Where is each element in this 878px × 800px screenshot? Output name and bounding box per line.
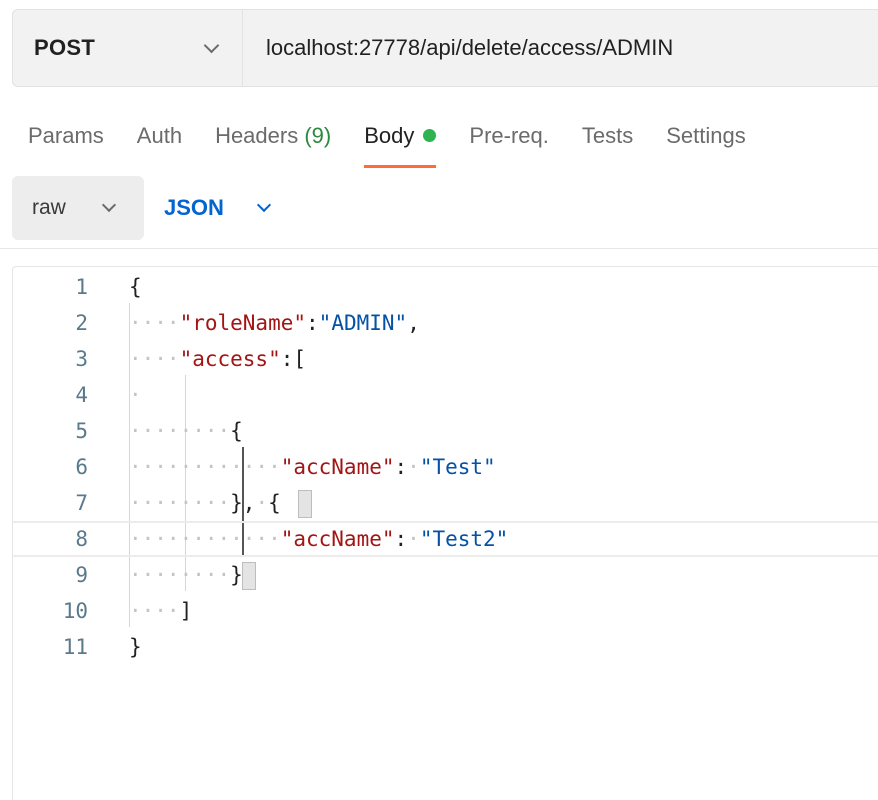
tab-tests[interactable]: Tests bbox=[582, 118, 633, 168]
tab-params[interactable]: Params bbox=[28, 118, 104, 168]
headers-count-badge: (9) bbox=[304, 123, 332, 148]
line-number: 8 bbox=[75, 527, 88, 551]
line-number: 6 bbox=[75, 455, 88, 479]
method-dropdown[interactable]: POST bbox=[13, 10, 243, 86]
code-line: 11 } bbox=[13, 629, 878, 665]
code-line: 7 ········},·{ bbox=[13, 485, 878, 521]
divider bbox=[0, 248, 878, 249]
chevron-down-icon bbox=[203, 37, 220, 54]
tab-headers[interactable]: Headers (9) bbox=[215, 118, 331, 168]
tab-label: Tests bbox=[581, 123, 634, 148]
code-line: 9 ········} bbox=[13, 557, 878, 593]
line-code: ············"accName":·"Test2" bbox=[129, 527, 509, 551]
line-code: } bbox=[129, 635, 142, 659]
method-label: POST bbox=[34, 35, 96, 60]
code-line-current: 8 ············"accName":·"Test2" bbox=[13, 521, 878, 557]
code-line: 3 ····"access":[ bbox=[13, 341, 878, 377]
code-line: 6 ············"accName":·"Test" bbox=[13, 449, 878, 485]
body-status-dot-icon bbox=[423, 129, 437, 142]
tab-auth[interactable]: Auth bbox=[137, 118, 182, 168]
line-number: 9 bbox=[75, 563, 88, 587]
tab-label: Auth bbox=[136, 123, 183, 148]
tab-label: Params bbox=[28, 123, 104, 148]
tab-body[interactable]: Body bbox=[364, 118, 437, 168]
line-number: 1 bbox=[75, 275, 88, 299]
tab-label: Settings bbox=[666, 123, 746, 148]
code-line: 4 · bbox=[13, 377, 878, 413]
request-url-bar: POST localhost:27778/api/delete/access/A… bbox=[12, 9, 878, 87]
code-line: 5 ········{ bbox=[13, 413, 878, 449]
line-number: 5 bbox=[75, 419, 88, 443]
code-line: 1 { bbox=[13, 269, 878, 305]
line-number: 7 bbox=[75, 491, 88, 515]
body-mode-label: raw bbox=[32, 196, 66, 219]
line-code: ····] bbox=[129, 599, 193, 623]
line-code: ············"accName":·"Test" bbox=[129, 455, 496, 479]
tab-label: Pre-req. bbox=[469, 123, 549, 148]
line-code: { bbox=[129, 275, 142, 299]
line-number: 2 bbox=[75, 311, 88, 335]
body-options: raw JSON bbox=[12, 176, 284, 240]
tab-pre-request[interactable]: Pre-req. bbox=[469, 118, 548, 168]
tab-settings[interactable]: Settings bbox=[666, 118, 746, 168]
line-number: 4 bbox=[75, 383, 88, 407]
line-code: ········},·{ bbox=[129, 491, 281, 515]
line-code: ········} bbox=[129, 563, 243, 587]
chevron-down-icon bbox=[256, 197, 272, 213]
line-number: 10 bbox=[62, 599, 88, 623]
line-number: 3 bbox=[75, 347, 88, 371]
code-line: 10 ····] bbox=[13, 593, 878, 629]
tab-label: Headers bbox=[215, 123, 305, 148]
line-number: 11 bbox=[62, 635, 88, 659]
code-line: 2 ····"roleName":"ADMIN", bbox=[13, 305, 878, 341]
body-language-dropdown[interactable]: JSON bbox=[144, 176, 284, 240]
body-language-label: JSON bbox=[164, 195, 224, 220]
code-editor[interactable]: 1 { 2 ····"roleName":"ADMIN", 3 ····"acc… bbox=[12, 266, 878, 800]
line-code: ····"roleName":"ADMIN", bbox=[129, 311, 420, 335]
tab-label: Body bbox=[364, 123, 415, 148]
request-tabs: Params Auth Headers (9) Body Pre-req. Te… bbox=[28, 118, 779, 168]
chevron-down-icon bbox=[101, 197, 117, 213]
url-input[interactable]: localhost:27778/api/delete/access/ADMIN bbox=[243, 10, 878, 86]
body-mode-dropdown[interactable]: raw bbox=[12, 176, 144, 240]
line-code: ········{ bbox=[129, 419, 243, 443]
line-code: ····"access":[ bbox=[129, 347, 307, 371]
line-code: · bbox=[129, 383, 142, 407]
